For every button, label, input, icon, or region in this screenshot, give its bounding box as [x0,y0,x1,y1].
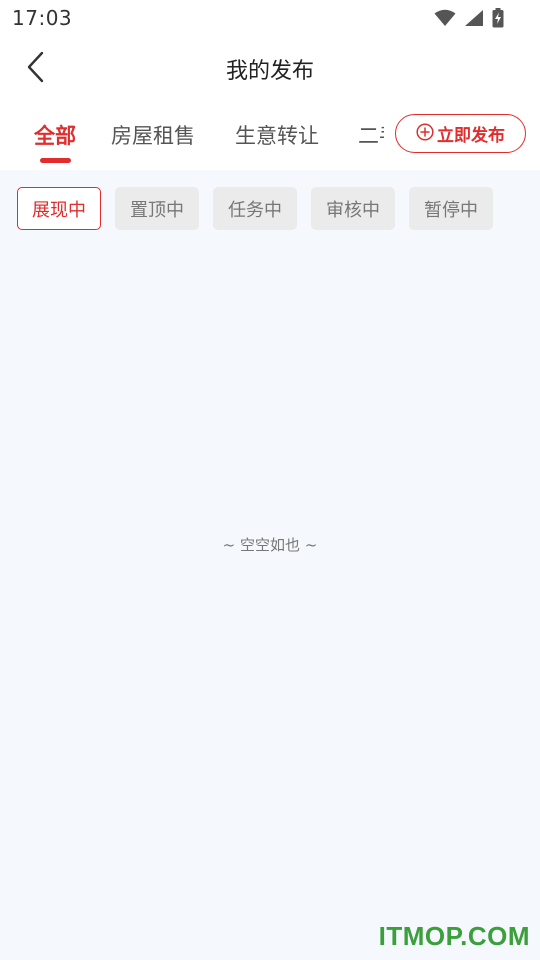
page: 17:03 我的发布 全部 房屋租售 生意转让 二 立即发布 展现中 置顶中 任… [0,0,540,960]
filter-chip-showing[interactable]: 展现中 [17,187,101,230]
active-tab-indicator [40,158,71,163]
page-title: 我的发布 [225,59,314,84]
cell-signal-icon [464,9,484,27]
filter-chip-in-task[interactable]: 任务中 [213,187,297,230]
chevron-left-icon [26,51,46,87]
tab-house-rental[interactable]: 房屋租售 [111,116,195,156]
back-button[interactable] [14,47,58,91]
tabs-scroll-area[interactable]: 全部 房屋租售 生意转让 二手 [0,102,384,170]
filter-chip-pinned[interactable]: 置顶中 [115,187,199,230]
tab-second-hand[interactable]: 二手 [358,116,384,156]
plus-circle-icon [416,122,434,145]
status-filter-row: 展现中 置顶中 任务中 审核中 暂停中 [0,170,540,248]
tab-all[interactable]: 全部 [34,116,76,156]
empty-state-text: ~ 空空如也 ~ [222,536,318,554]
wifi-icon [434,9,456,27]
status-time: 17:03 [12,6,73,30]
status-icons [434,8,504,28]
watermark: ITMOP.COM [378,921,530,951]
filter-chip-paused[interactable]: 暂停中 [409,187,493,230]
publish-now-label: 立即发布 [437,126,505,146]
filter-chip-reviewing[interactable]: 审核中 [311,187,395,230]
header: 我的发布 [0,36,540,102]
battery-charging-icon [492,8,504,28]
tab-business-transfer[interactable]: 生意转让 [235,116,319,156]
publish-now-button[interactable]: 立即发布 [395,114,526,153]
category-tabs: 全部 房屋租售 生意转让 二手 立即发布 [0,102,540,170]
status-bar: 17:03 [0,0,540,36]
